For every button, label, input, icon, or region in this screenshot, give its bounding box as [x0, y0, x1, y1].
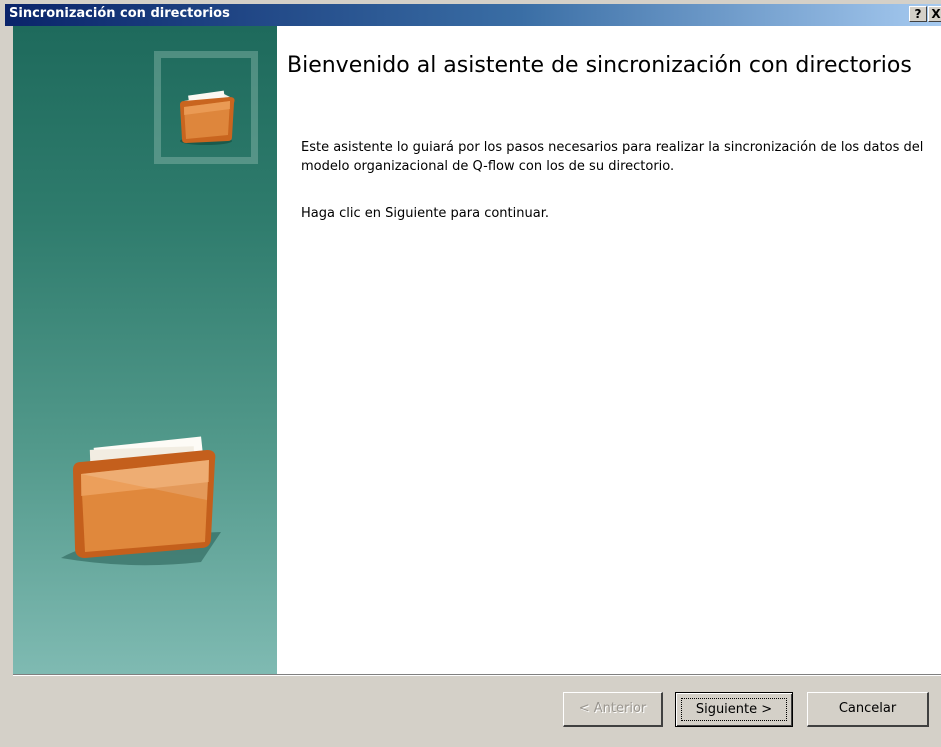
wizard-content: Bienvenido al asistente de sincronizació… [277, 26, 941, 674]
description-text: Este asistente lo guiará por los pasos n… [301, 140, 924, 174]
close-button[interactable]: X [928, 6, 941, 22]
back-button[interactable]: < Anterior [563, 692, 663, 727]
instruction-text: Haga clic en Siguiente para continuar. [301, 206, 549, 221]
window-title: Sincronización con directorios [9, 6, 230, 21]
cancel-button[interactable]: Cancelar [807, 692, 929, 727]
next-button-label: Siguiente > [681, 698, 787, 721]
folder-icon-small [180, 90, 235, 145]
next-button[interactable]: Siguiente > [675, 692, 793, 727]
wizard-side-banner [13, 26, 277, 674]
wizard-window: Sincronización con directorios ? X Bienv… [0, 0, 941, 747]
page-title: Bienvenido al asistente de sincronizació… [287, 53, 912, 78]
folder-icon-large [61, 436, 221, 566]
help-button[interactable]: ? [909, 6, 927, 22]
title-bar[interactable]: Sincronización con directorios ? X [1, 0, 941, 26]
button-separator [13, 674, 941, 676]
